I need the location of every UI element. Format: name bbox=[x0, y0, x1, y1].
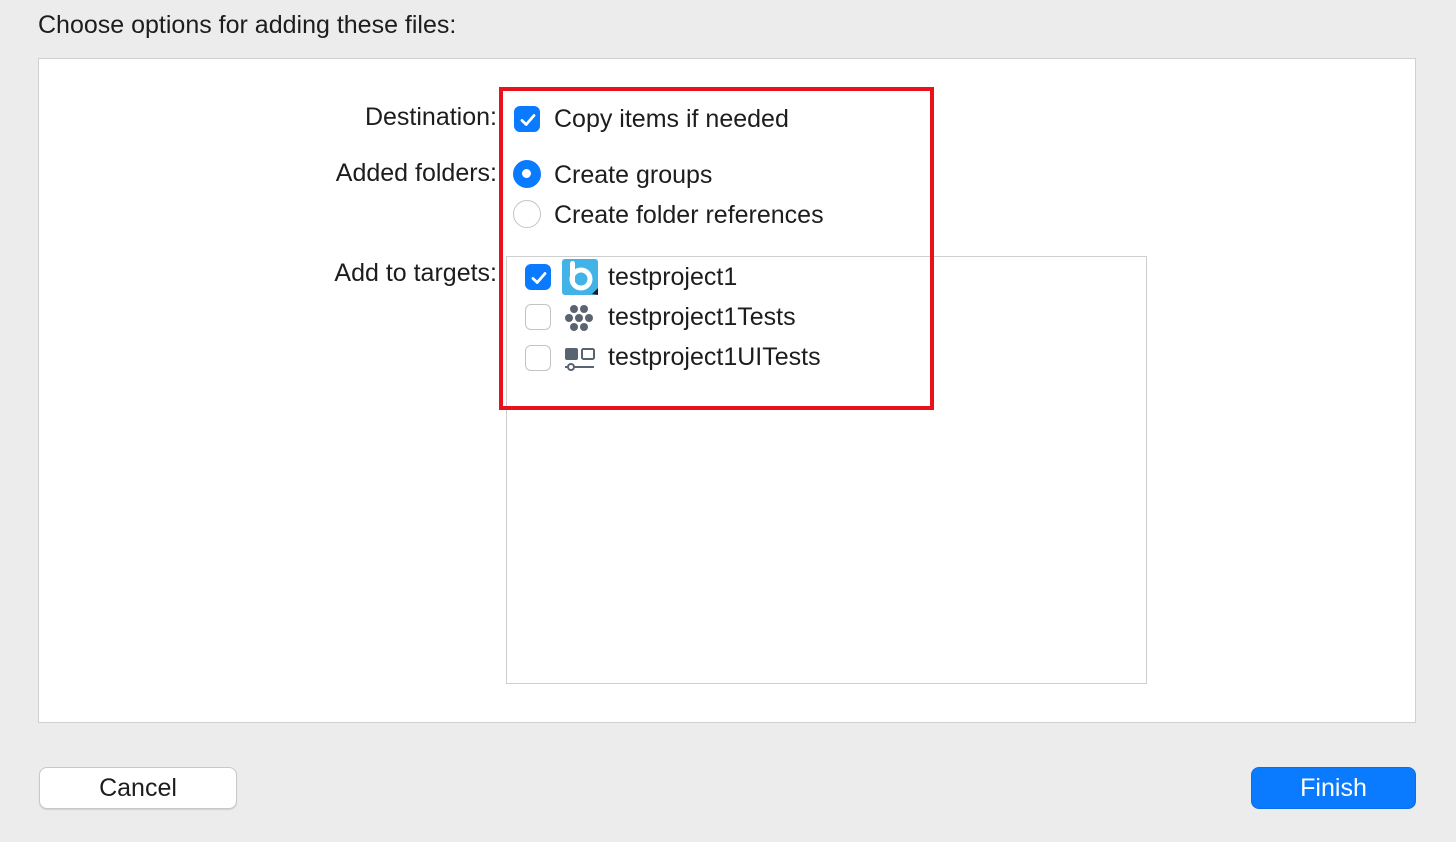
added-folders-label: Added folders: bbox=[335, 159, 497, 187]
app-target-icon bbox=[562, 259, 598, 295]
target-name-testproject1Tests[interactable]: testproject1Tests bbox=[608, 302, 796, 332]
cancel-button[interactable]: Cancel bbox=[39, 767, 237, 809]
target-name-testproject1UITests[interactable]: testproject1UITests bbox=[608, 342, 821, 372]
unit-test-target-icon bbox=[565, 305, 593, 331]
copy-items-checkbox[interactable] bbox=[514, 106, 540, 132]
ui-test-target-icon bbox=[565, 348, 595, 371]
target-checkbox-testproject1UITests[interactable] bbox=[525, 345, 551, 371]
target-checkbox-testproject1Tests[interactable] bbox=[525, 304, 551, 330]
target-checkbox-testproject1[interactable] bbox=[525, 264, 551, 290]
create-folder-references-label[interactable]: Create folder references bbox=[554, 200, 824, 230]
checkmark-icon bbox=[520, 114, 536, 126]
destination-label: Destination: bbox=[364, 103, 497, 131]
target-name-testproject1[interactable]: testproject1 bbox=[608, 262, 737, 292]
finish-button[interactable]: Finish bbox=[1251, 767, 1416, 809]
targets-list[interactable] bbox=[506, 256, 1147, 684]
copy-items-label[interactable]: Copy items if needed bbox=[554, 104, 789, 134]
add-to-targets-label: Add to targets: bbox=[334, 259, 497, 287]
create-groups-label[interactable]: Create groups bbox=[554, 160, 712, 190]
dialog-heading: Choose options for adding these files: bbox=[38, 11, 457, 39]
create-folder-references-radio[interactable] bbox=[513, 200, 541, 228]
create-groups-radio[interactable] bbox=[513, 160, 541, 188]
checkmark-icon bbox=[531, 272, 547, 284]
